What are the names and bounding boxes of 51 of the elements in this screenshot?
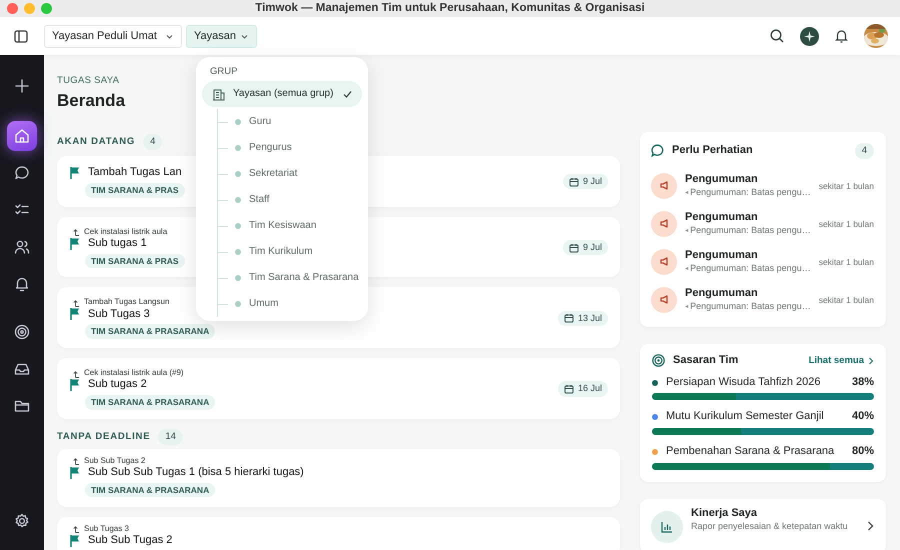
- parent-task-label: Cek instalasi listrik aula: [84, 226, 168, 237]
- section-heading: TANPA DEADLINE: [57, 430, 150, 443]
- team-tag: TIM SARANA & PRASARANA: [85, 482, 216, 498]
- goal-percent: 38%: [852, 376, 874, 390]
- task-title: Sub Sub Sub Tugas 1 (bisa 5 hierarki tugas): [88, 466, 304, 480]
- page-title: Beranda: [57, 90, 126, 111]
- notification-time: sekitar 1 bulan: [818, 256, 874, 268]
- card-title: Kinerja Saya: [691, 506, 758, 521]
- task-title: Sub Tugas 3: [88, 308, 150, 322]
- parent-task-label: Cek instalasi listrik aula (#9): [84, 368, 184, 378]
- notification-preview: Pengumuman: Batas pengu…: [690, 263, 811, 274]
- team-tag: TIM SARANA & PRASARANA: [85, 395, 216, 410]
- team-tag: TIM SARANA & PRAS: [85, 254, 185, 268]
- notification-time: sekitar 1 bulan: [818, 180, 874, 192]
- due-date: 9 Jul: [562, 240, 608, 256]
- goal-percent: 40%: [852, 410, 874, 424]
- parent-task-label: Sub Tugas 3: [84, 524, 129, 534]
- notification-title: Pengumuman: [685, 211, 759, 226]
- notification-title: Pengumuman: [685, 249, 759, 264]
- count-badge: 4: [143, 134, 162, 150]
- menu-heading: GRUP: [209, 65, 238, 79]
- notification-preview: Pengumuman: Batas pengu…: [690, 225, 811, 236]
- notification-title: Pengumuman: [685, 287, 759, 302]
- count-badge: 4: [854, 143, 874, 159]
- card-subtitle: Rapor penyelesaian & ketepatan waktu: [691, 520, 849, 532]
- card-title: Perlu Perhatian: [672, 144, 753, 158]
- window-title: Timwok — Manajemen Tim untuk Perusahaan, Komunitas & Organisasi: [255, 0, 645, 16]
- goal-name: Pembenahan Sarana & Prasarana: [666, 445, 834, 459]
- parent-task-label: Tambah Tugas Langsun: [84, 297, 170, 308]
- count-badge: 14: [158, 428, 183, 445]
- task-title: Sub tugas 2: [88, 378, 147, 392]
- notification-title: Pengumuman: [685, 173, 759, 188]
- due-date: 9 Jul: [562, 174, 608, 190]
- section-heading: AKAN DATANG: [57, 136, 136, 148]
- task-title: Sub tugas 1: [88, 236, 147, 250]
- notification-preview: Pengumuman: Batas pengu…: [690, 187, 811, 198]
- team-tag: TIM SARANA & PRASARANA: [85, 324, 216, 339]
- goal-name: Persiapan Wisuda Tahfizh 2026: [666, 376, 821, 390]
- task-title: Tambah Tugas Lan: [88, 166, 182, 180]
- due-date: 16 Jul: [558, 381, 608, 397]
- notification-time: sekitar 1 bulan: [818, 218, 874, 230]
- parent-task-label: Sub Sub Tugas 2: [84, 456, 146, 466]
- team-tag: TIM SARANA & PRAS: [85, 182, 185, 198]
- goal-percent: 80%: [852, 445, 874, 459]
- task-title: Sub Sub Tugas 2: [88, 534, 172, 548]
- goal-name: Mutu Kurikulum Semester Ganjil: [666, 410, 824, 424]
- card-title: Sasaran Tim: [673, 354, 738, 368]
- notification-preview: Pengumuman: Batas pengu…: [690, 301, 811, 312]
- due-date: 13 Jul: [558, 310, 608, 326]
- section-label: TUGAS SAYA: [57, 75, 120, 87]
- notification-time: sekitar 1 bulan: [818, 294, 874, 306]
